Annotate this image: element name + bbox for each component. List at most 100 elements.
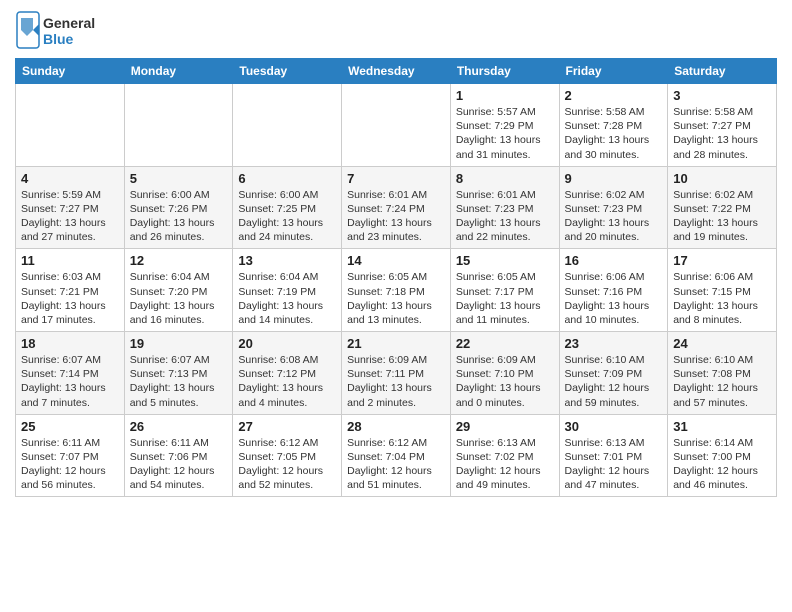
day-number: 12 [130, 253, 228, 268]
day-number: 10 [673, 171, 771, 186]
day-info: Sunrise: 6:12 AM Sunset: 7:04 PM Dayligh… [347, 436, 445, 493]
day-number: 20 [238, 336, 336, 351]
week-row-1: 1Sunrise: 5:57 AM Sunset: 7:29 PM Daylig… [16, 84, 777, 167]
day-number: 18 [21, 336, 119, 351]
day-info: Sunrise: 6:09 AM Sunset: 7:11 PM Dayligh… [347, 353, 445, 410]
day-cell: 22 Sunrise: 6:09 AM Sunset: 7:10 PM Dayli… [450, 332, 559, 415]
day-cell: 18 Sunrise: 6:07 AM Sunset: 7:14 PM Dayli… [16, 332, 125, 415]
day-header-thursday: Thursday [450, 59, 559, 84]
day-cell: 23 Sunrise: 6:10 AM Sunset: 7:09 PM Dayli… [559, 332, 668, 415]
day-info: Sunrise: 5:59 AM Sunset: 7:27 PM Dayligh… [21, 188, 119, 245]
day-number: 5 [130, 171, 228, 186]
day-info: Sunrise: 6:11 AM Sunset: 7:07 PM Dayligh… [21, 436, 119, 493]
day-cell: 30 Sunrise: 6:13 AM Sunset: 7:01 PM Dayli… [559, 414, 668, 497]
day-info: Sunrise: 6:03 AM Sunset: 7:21 PM Dayligh… [21, 270, 119, 327]
week-row-5: 25 Sunrise: 6:11 AM Sunset: 7:07 PM Dayli… [16, 414, 777, 497]
day-cell [342, 84, 451, 167]
day-info: Sunrise: 6:06 AM Sunset: 7:16 PM Dayligh… [565, 270, 663, 327]
day-number: 27 [238, 419, 336, 434]
day-cell: 20Sunrise: 6:08 AM Sunset: 7:12 PM Dayli… [233, 332, 342, 415]
day-cell: 29Sunrise: 6:13 AM Sunset: 7:02 PM Dayli… [450, 414, 559, 497]
week-row-3: 11Sunrise: 6:03 AM Sunset: 7:21 PM Dayli… [16, 249, 777, 332]
day-number: 4 [21, 171, 119, 186]
day-number: 19 [130, 336, 228, 351]
day-header-monday: Monday [124, 59, 233, 84]
day-number: 25 [21, 419, 119, 434]
day-number: 2 [565, 88, 663, 103]
day-info: Sunrise: 6:01 AM Sunset: 7:24 PM Dayligh… [347, 188, 445, 245]
day-number: 17 [673, 253, 771, 268]
day-number: 26 [130, 419, 228, 434]
logo: General Blue [15, 10, 110, 50]
day-number: 29 [456, 419, 554, 434]
day-cell: 24 Sunrise: 6:10 AM Sunset: 7:08 PM Dayli… [668, 332, 777, 415]
day-cell: 9Sunrise: 6:02 AM Sunset: 7:23 PM Daylig… [559, 166, 668, 249]
day-cell: 26 Sunrise: 6:11 AM Sunset: 7:06 PM Dayli… [124, 414, 233, 497]
day-info: Sunrise: 6:00 AM Sunset: 7:25 PM Dayligh… [238, 188, 336, 245]
svg-text:General: General [43, 15, 95, 31]
day-header-sunday: Sunday [16, 59, 125, 84]
day-info: Sunrise: 6:07 AM Sunset: 7:14 PM Dayligh… [21, 353, 119, 410]
day-info: Sunrise: 6:09 AM Sunset: 7:10 PM Dayligh… [456, 353, 554, 410]
day-cell: 14Sunrise: 6:05 AM Sunset: 7:18 PM Dayli… [342, 249, 451, 332]
day-cell: 6 Sunrise: 6:00 AM Sunset: 7:25 PM Daylig… [233, 166, 342, 249]
calendar-header: SundayMondayTuesdayWednesdayThursdayFrid… [16, 59, 777, 84]
calendar-table: SundayMondayTuesdayWednesdayThursdayFrid… [15, 58, 777, 497]
day-cell: 8Sunrise: 6:01 AM Sunset: 7:23 PM Daylig… [450, 166, 559, 249]
day-cell: 7 Sunrise: 6:01 AM Sunset: 7:24 PM Daylig… [342, 166, 451, 249]
day-number: 24 [673, 336, 771, 351]
day-number: 3 [673, 88, 771, 103]
week-row-2: 4 Sunrise: 5:59 AM Sunset: 7:27 PM Daylig… [16, 166, 777, 249]
day-number: 6 [238, 171, 336, 186]
day-cell: 16 Sunrise: 6:06 AM Sunset: 7:16 PM Dayli… [559, 249, 668, 332]
day-info: Sunrise: 6:06 AM Sunset: 7:15 PM Dayligh… [673, 270, 771, 327]
day-number: 15 [456, 253, 554, 268]
day-info: Sunrise: 6:10 AM Sunset: 7:09 PM Dayligh… [565, 353, 663, 410]
day-info: Sunrise: 6:14 AM Sunset: 7:00 PM Dayligh… [673, 436, 771, 493]
day-cell [124, 84, 233, 167]
day-cell: 1Sunrise: 5:57 AM Sunset: 7:29 PM Daylig… [450, 84, 559, 167]
day-cell: 2 Sunrise: 5:58 AM Sunset: 7:28 PM Daylig… [559, 84, 668, 167]
day-header-wednesday: Wednesday [342, 59, 451, 84]
day-info: Sunrise: 5:58 AM Sunset: 7:28 PM Dayligh… [565, 105, 663, 162]
day-number: 14 [347, 253, 445, 268]
day-number: 1 [456, 88, 554, 103]
day-header-saturday: Saturday [668, 59, 777, 84]
day-cell: 4 Sunrise: 5:59 AM Sunset: 7:27 PM Daylig… [16, 166, 125, 249]
day-cell: 21 Sunrise: 6:09 AM Sunset: 7:11 PM Dayli… [342, 332, 451, 415]
day-cell: 15 Sunrise: 6:05 AM Sunset: 7:17 PM Dayli… [450, 249, 559, 332]
day-info: Sunrise: 6:04 AM Sunset: 7:20 PM Dayligh… [130, 270, 228, 327]
day-cell: 17 Sunrise: 6:06 AM Sunset: 7:15 PM Dayli… [668, 249, 777, 332]
day-info: Sunrise: 6:10 AM Sunset: 7:08 PM Dayligh… [673, 353, 771, 410]
day-cell: 27Sunrise: 6:12 AM Sunset: 7:05 PM Dayli… [233, 414, 342, 497]
day-number: 8 [456, 171, 554, 186]
day-cell: 19 Sunrise: 6:07 AM Sunset: 7:13 PM Dayli… [124, 332, 233, 415]
day-number: 31 [673, 419, 771, 434]
svg-text:Blue: Blue [43, 31, 74, 47]
page-header: General Blue [15, 10, 777, 50]
day-cell: 13 Sunrise: 6:04 AM Sunset: 7:19 PM Dayli… [233, 249, 342, 332]
day-header-tuesday: Tuesday [233, 59, 342, 84]
day-number: 16 [565, 253, 663, 268]
day-cell [233, 84, 342, 167]
days-row: SundayMondayTuesdayWednesdayThursdayFrid… [16, 59, 777, 84]
day-info: Sunrise: 6:13 AM Sunset: 7:01 PM Dayligh… [565, 436, 663, 493]
day-number: 30 [565, 419, 663, 434]
day-info: Sunrise: 6:00 AM Sunset: 7:26 PM Dayligh… [130, 188, 228, 245]
logo-svg: General Blue [15, 10, 110, 50]
day-cell: 10 Sunrise: 6:02 AM Sunset: 7:22 PM Dayli… [668, 166, 777, 249]
day-number: 7 [347, 171, 445, 186]
day-number: 13 [238, 253, 336, 268]
day-number: 22 [456, 336, 554, 351]
day-info: Sunrise: 6:02 AM Sunset: 7:22 PM Dayligh… [673, 188, 771, 245]
day-number: 23 [565, 336, 663, 351]
day-cell: 28Sunrise: 6:12 AM Sunset: 7:04 PM Dayli… [342, 414, 451, 497]
day-info: Sunrise: 6:11 AM Sunset: 7:06 PM Dayligh… [130, 436, 228, 493]
day-number: 21 [347, 336, 445, 351]
day-cell: 11Sunrise: 6:03 AM Sunset: 7:21 PM Dayli… [16, 249, 125, 332]
day-info: Sunrise: 6:05 AM Sunset: 7:17 PM Dayligh… [456, 270, 554, 327]
day-cell: 3Sunrise: 5:58 AM Sunset: 7:27 PM Daylig… [668, 84, 777, 167]
day-info: Sunrise: 6:04 AM Sunset: 7:19 PM Dayligh… [238, 270, 336, 327]
day-header-friday: Friday [559, 59, 668, 84]
day-info: Sunrise: 6:07 AM Sunset: 7:13 PM Dayligh… [130, 353, 228, 410]
